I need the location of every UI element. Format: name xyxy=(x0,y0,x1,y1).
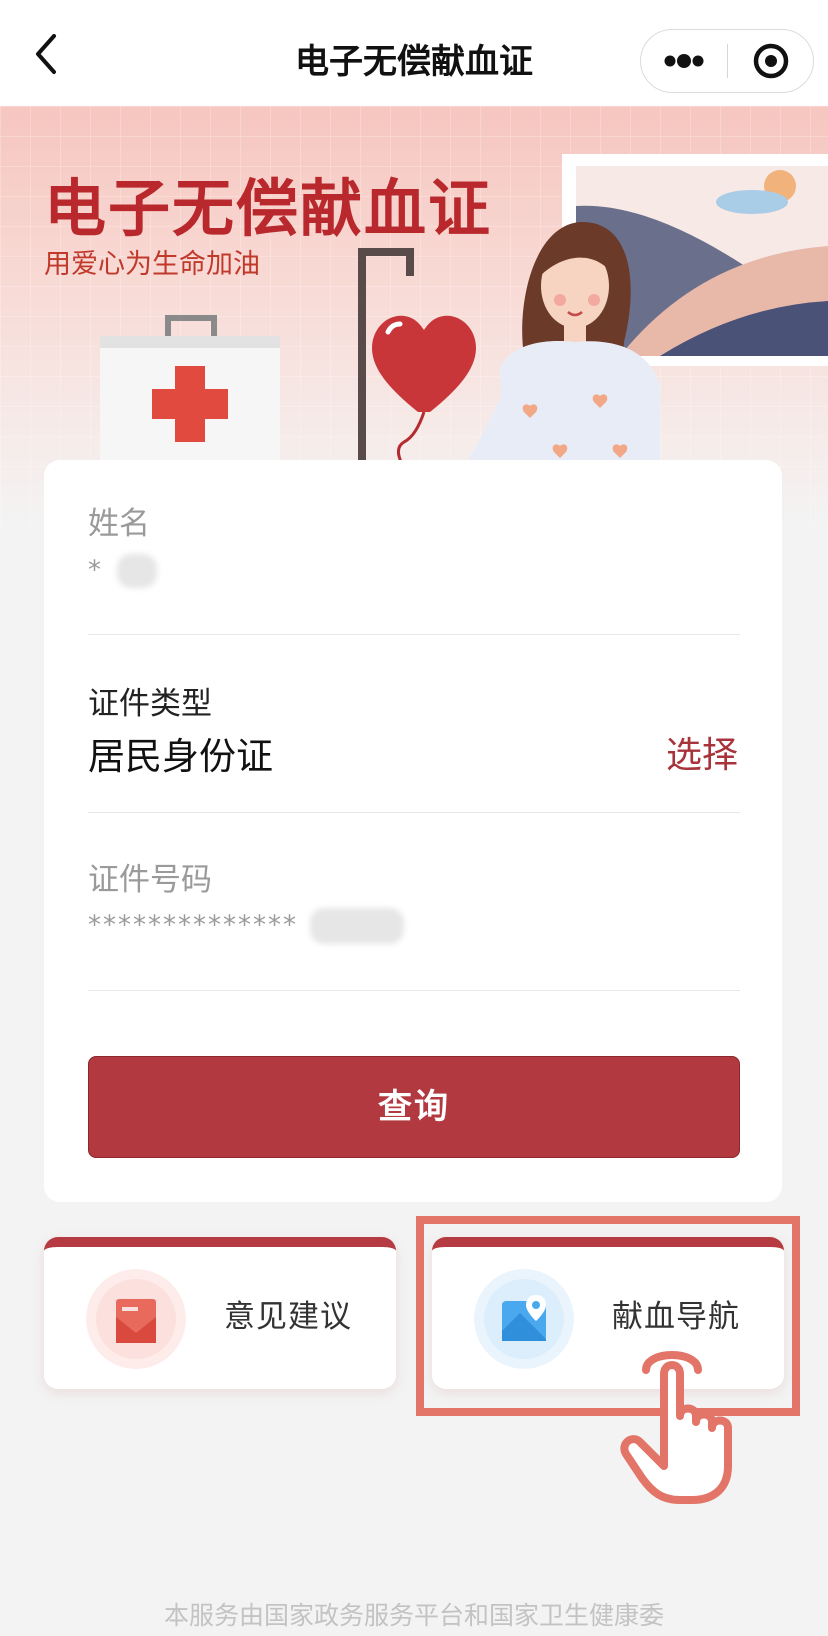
top-navigation-bar: 电子无偿献血证 xyxy=(0,0,828,106)
feedback-label: 意见建议 xyxy=(224,1299,352,1335)
query-form-card: 姓名 * 证件类型 居民身份证 选择 证件号码 ************** 查… xyxy=(44,460,782,1202)
envelope-icon xyxy=(86,1269,186,1369)
feedback-card[interactable]: 意见建议 xyxy=(44,1237,396,1389)
name-field[interactable]: * xyxy=(88,554,158,588)
id-type-select-button[interactable]: 选择 xyxy=(666,726,738,778)
chevron-left-icon xyxy=(36,34,56,74)
map-pin-icon xyxy=(474,1269,574,1369)
name-blur-mask xyxy=(117,554,158,588)
mini-program-capsule xyxy=(640,29,814,93)
divider xyxy=(88,990,740,991)
query-button[interactable]: 查询 xyxy=(88,1056,740,1158)
back-button[interactable] xyxy=(24,30,72,78)
id-number-blur-mask xyxy=(310,908,405,944)
divider xyxy=(88,812,740,813)
id-number-field[interactable]: ************** xyxy=(88,908,405,944)
target-circle-icon xyxy=(753,43,789,79)
name-label: 姓名 xyxy=(88,506,150,542)
banner-title: 电子无偿献血证 xyxy=(44,172,493,245)
id-number-label: 证件号码 xyxy=(88,862,212,898)
id-number-value: ************** xyxy=(88,910,298,941)
navigation-label: 献血导航 xyxy=(612,1299,740,1335)
footer-disclaimer: 本服务由国家政务服务平台和国家卫生健康委 xyxy=(163,1601,664,1630)
id-type-value: 居民身份证 xyxy=(88,735,273,778)
id-type-label: 证件类型 xyxy=(88,686,212,722)
close-mini-program-button[interactable] xyxy=(728,30,814,92)
more-menu-button[interactable] xyxy=(641,30,727,92)
name-value: * xyxy=(88,555,103,586)
divider xyxy=(88,634,740,635)
more-dots-icon xyxy=(664,54,704,68)
banner-subtitle: 用爱心为生命加油 xyxy=(44,249,260,280)
blood-donation-navigation-card[interactable]: 献血导航 xyxy=(432,1237,784,1389)
